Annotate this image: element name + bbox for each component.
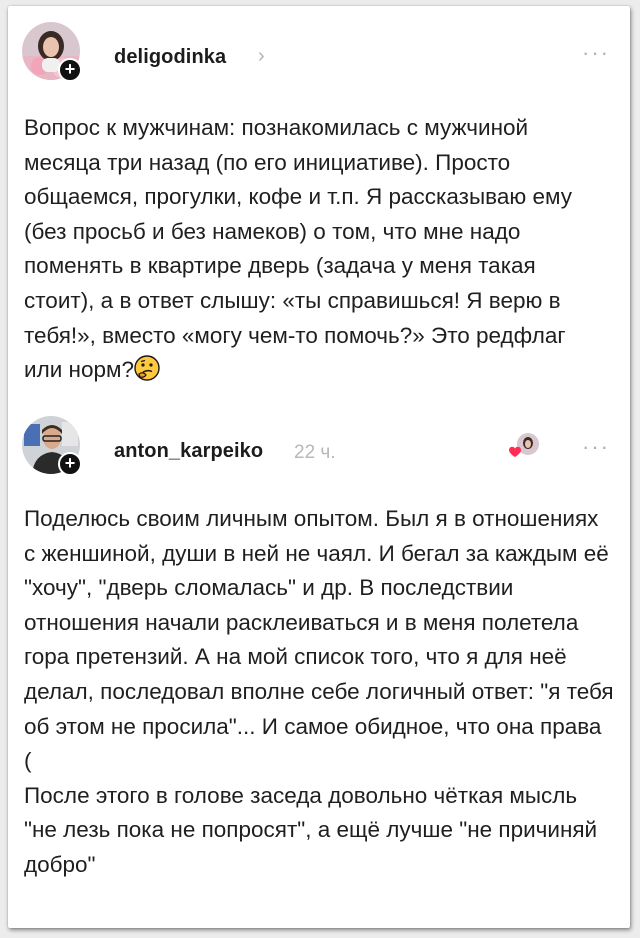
post-body: Вопрос к мужчинам: познакомилась с мужчи… xyxy=(24,111,604,392)
thread-card: + deligodinka › ··· Вопрос к мужчинам: п… xyxy=(8,6,630,928)
liked-by-author-icon xyxy=(506,432,540,462)
author-avatar-wrap[interactable]: + xyxy=(22,22,84,84)
author-username[interactable]: deligodinka xyxy=(114,46,226,69)
chevron-right-icon[interactable]: › xyxy=(258,45,265,68)
reply-username[interactable]: anton_karpeiko xyxy=(114,440,263,463)
reply-avatar-wrap[interactable]: + xyxy=(22,416,84,478)
more-icon[interactable]: ··· xyxy=(582,40,610,66)
follow-plus-icon[interactable]: + xyxy=(58,58,82,82)
follow-plus-icon[interactable]: + xyxy=(58,452,82,476)
post-header: + deligodinka › ··· xyxy=(22,22,616,86)
post-text: Вопрос к мужчинам: познакомилась с мужчи… xyxy=(24,115,572,383)
reply-header: + anton_karpeiko 22 ч. ··· xyxy=(22,416,616,480)
more-icon[interactable]: ··· xyxy=(582,434,610,460)
reply-body: Поделюсь своим личным опытом. Был я в от… xyxy=(24,506,614,877)
reply-timestamp: 22 ч. xyxy=(294,442,336,463)
thinking-face-emoji-icon xyxy=(134,355,160,392)
